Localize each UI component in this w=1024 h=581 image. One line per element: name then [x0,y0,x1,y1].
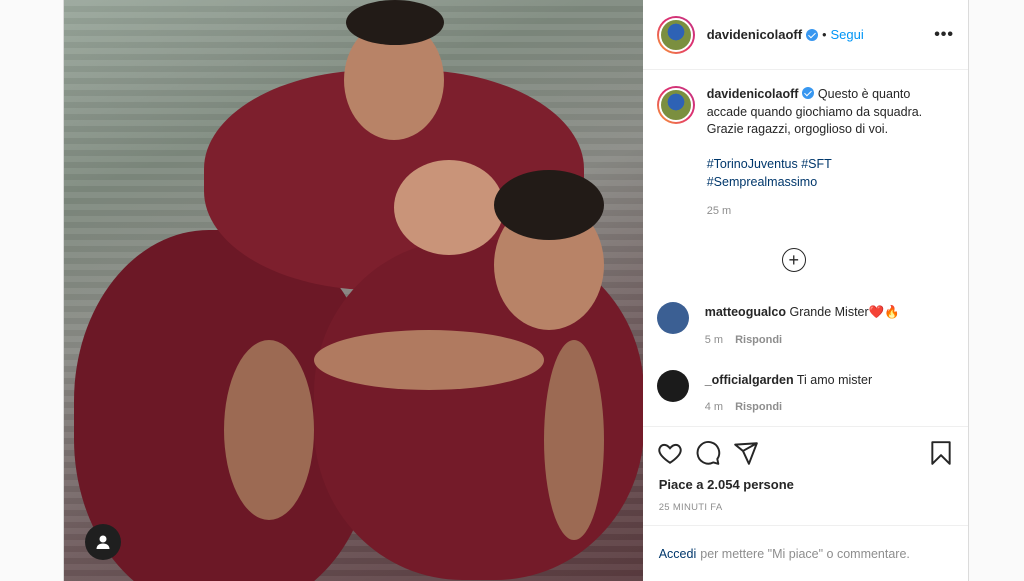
tagged-users-button[interactable] [85,524,121,560]
caption-body: davidenicolaoff Questo è quanto accade q… [707,86,922,221]
post-header: davidenicolaoff • Segui ••• [642,0,968,70]
comment-body: matteogualco Grande Mister❤️🔥 5 m Rispond… [705,305,900,346]
caption-author-avatar[interactable] [656,86,695,124]
post-actions [642,426,968,478]
login-prompt-text: per mettere "Mi piace" o commentare. [700,546,910,561]
hashtag-link[interactable]: #Semprealmassimo [707,174,922,192]
user-icon [96,535,110,549]
post-photo[interactable] [64,0,643,581]
verified-badge-icon [806,28,819,41]
comment-item: _officialgarden Ti amo mister 4 m Rispond… [656,370,872,413]
reply-button[interactable]: Rispondi [735,401,782,413]
comment-time: 5 m [704,334,724,346]
comments-section: davidenicolaoff Questo è quanto accade q… [643,70,968,426]
heart-icon[interactable] [657,440,683,466]
comment-time: 4 m [704,401,724,413]
comment-item: matteogualco Grande Mister❤️🔥 5 m Rispond… [656,302,900,346]
commenter-avatar[interactable] [656,370,689,402]
caption-line: Grazie ragazzi, orgoglioso di voi. [706,122,889,136]
paper-plane-icon[interactable] [733,440,759,466]
comment-body: _officialgarden Ti amo mister 4 m Rispond… [705,373,872,413]
comment-text: Grande Mister❤️🔥 [789,305,900,319]
commenter-username[interactable]: matteogualco [705,305,786,319]
player-arm [224,340,314,520]
verified-badge-icon [802,87,815,99]
player-face [394,160,504,255]
commenter-username[interactable]: _officialgarden [705,373,794,387]
player-hair [346,0,444,45]
comment-bubble-icon[interactable] [695,440,721,466]
login-prompt: Accedi per mettere "Mi piace" o commenta… [642,525,968,581]
likes-count[interactable]: Piace a 2.054 persone [643,477,968,492]
comment-text: Ti amo mister [796,373,873,387]
author-username[interactable]: davidenicolaoff [707,27,802,42]
more-options-icon[interactable]: ••• [934,26,954,44]
plus-circle-icon[interactable]: + [781,248,806,272]
bookmark-icon[interactable] [928,440,954,466]
player-arm [544,340,604,540]
post-sidebar: davidenicolaoff • Segui ••• davidenicola… [642,0,968,581]
caption-author[interactable]: davidenicolaoff [707,87,799,101]
player-hair [494,170,604,240]
instagram-post: davidenicolaoff • Segui ••• davidenicola… [63,0,969,581]
author-avatar[interactable] [656,15,695,54]
reply-button[interactable]: Rispondi [735,334,782,346]
post-caption: davidenicolaoff Questo è quanto accade q… [656,86,954,221]
post-timestamp: 25 MINUTI FA [658,502,723,513]
comment-meta: 4 m Rispondi [705,401,872,413]
login-link[interactable]: Accedi [659,547,697,561]
separator-dot: • [822,27,827,42]
follow-button[interactable]: Segui [830,27,863,42]
player-arm [314,330,544,390]
caption-time: 25 m [706,205,732,217]
commenter-avatar[interactable] [656,302,689,334]
caption-line: Questo è quanto [817,87,911,101]
comment-meta: 5 m Rispondi [705,334,900,346]
caption-line: accade quando giochiamo da squadra. [706,104,923,119]
hashtag-link[interactable]: #TorinoJuventus #SFT [707,156,922,174]
